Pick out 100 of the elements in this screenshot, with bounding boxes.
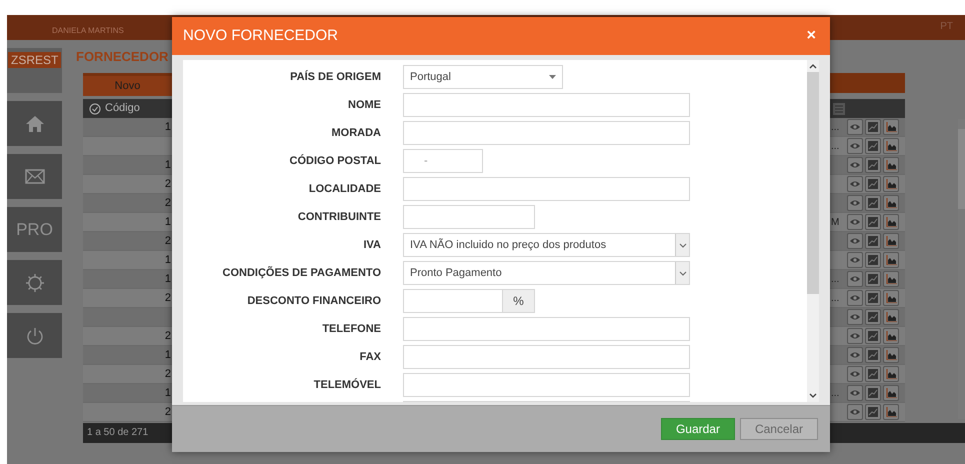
chart-button[interactable] [865,233,881,249]
view-button[interactable] [847,214,863,230]
chart-button[interactable] [865,366,881,382]
eye-icon [849,141,861,151]
column-header[interactable]: Código [105,100,140,117]
line-chart-icon [868,179,878,189]
chart-button[interactable] [865,252,881,268]
percent-addon: % [503,289,535,313]
eye-icon [849,255,861,265]
sidebar-tile[interactable] [7,101,62,146]
select-field[interactable]: Pronto Pagamento [403,261,690,285]
area-chart-button[interactable] [883,214,899,230]
area-chart-button[interactable] [883,252,899,268]
view-button[interactable] [847,309,863,325]
chart-button[interactable] [865,195,881,211]
chart-button[interactable] [865,176,881,192]
new-tab[interactable]: Novo [83,76,172,96]
table-cell: 2 [164,178,171,190]
sidebar-tile[interactable] [7,260,62,305]
eye-icon [849,350,861,360]
area-chart-button[interactable] [883,366,899,382]
table-cell: 2 [164,406,171,418]
input-field[interactable] [403,289,503,313]
view-button[interactable] [847,347,863,363]
area-chart-icon [886,407,896,417]
view-button[interactable] [847,119,863,135]
line-chart-icon [868,407,878,417]
area-chart-button[interactable] [883,309,899,325]
sidebar-tile[interactable]: PRO [7,207,62,252]
view-button[interactable] [847,252,863,268]
chart-button[interactable] [865,404,881,420]
view-button[interactable] [847,404,863,420]
eye-icon [849,293,861,303]
view-button[interactable] [847,271,863,287]
postal-code-field[interactable]: - [403,149,483,173]
view-button[interactable] [847,385,863,401]
line-chart-icon [868,388,878,398]
table-cell: 2 [164,330,171,342]
input-field[interactable] [403,93,690,117]
sidebar-tile[interactable] [7,154,62,199]
close-button[interactable]: × [804,28,818,44]
area-chart-icon [886,331,896,341]
view-button[interactable] [847,157,863,173]
area-chart-button[interactable] [883,119,899,135]
input-field[interactable] [403,121,690,145]
table-cell: 1 [164,386,171,398]
check-circle-icon[interactable] [89,102,101,114]
chart-button[interactable] [865,138,881,154]
area-chart-button[interactable] [883,233,899,249]
list-icon[interactable] [832,102,846,116]
area-chart-button[interactable] [883,195,899,211]
input-field[interactable] [403,205,535,229]
view-button[interactable] [847,328,863,344]
view-button[interactable] [847,195,863,211]
chart-button[interactable] [865,290,881,306]
area-chart-button[interactable] [883,404,899,420]
chart-button[interactable] [865,347,881,363]
area-chart-button[interactable] [883,271,899,287]
line-chart-icon [868,350,878,360]
select-field[interactable]: IVA NÃO incluido no preço dos produtos [403,233,690,257]
sidebar-tile[interactable] [7,313,62,358]
area-chart-icon [886,160,896,170]
scrollbar[interactable] [807,60,819,402]
view-button[interactable] [847,366,863,382]
field-label: CONTRIBUINTE [298,210,381,223]
chart-button[interactable] [865,157,881,173]
chart-button[interactable] [865,328,881,344]
eye-icon [849,122,861,132]
chart-button[interactable] [865,214,881,230]
input-field[interactable] [403,345,690,369]
scroll-down-icon[interactable] [809,392,817,399]
table-cell: 1 [164,254,171,266]
view-button[interactable] [847,290,863,306]
chart-button[interactable] [865,385,881,401]
view-button[interactable] [847,138,863,154]
area-chart-button[interactable] [883,138,899,154]
cancel-button[interactable]: Cancelar [740,418,818,440]
company-badge[interactable]: ZSREST [8,52,62,68]
input-field[interactable] [403,177,690,201]
table-cell: 1 [164,120,171,132]
chart-button[interactable] [865,309,881,325]
area-chart-button[interactable] [883,176,899,192]
area-chart-icon [886,350,896,360]
save-button[interactable]: Guardar [660,418,735,440]
scroll-up-icon[interactable] [809,63,817,70]
page-title: FORNECEDOR [76,48,168,66]
area-chart-button[interactable] [883,385,899,401]
chart-button[interactable] [865,271,881,287]
country-dropdown[interactable]: Portugal [403,65,563,89]
area-chart-button[interactable] [883,157,899,173]
view-button[interactable] [847,176,863,192]
input-field[interactable] [403,373,690,397]
area-chart-button[interactable] [883,347,899,363]
area-chart-button[interactable] [883,328,899,344]
area-chart-button[interactable] [883,290,899,306]
view-button[interactable] [847,233,863,249]
chart-button[interactable] [865,119,881,135]
table-cell-text: ... [831,272,840,286]
area-chart-icon [886,217,896,227]
input-field[interactable] [403,317,690,341]
